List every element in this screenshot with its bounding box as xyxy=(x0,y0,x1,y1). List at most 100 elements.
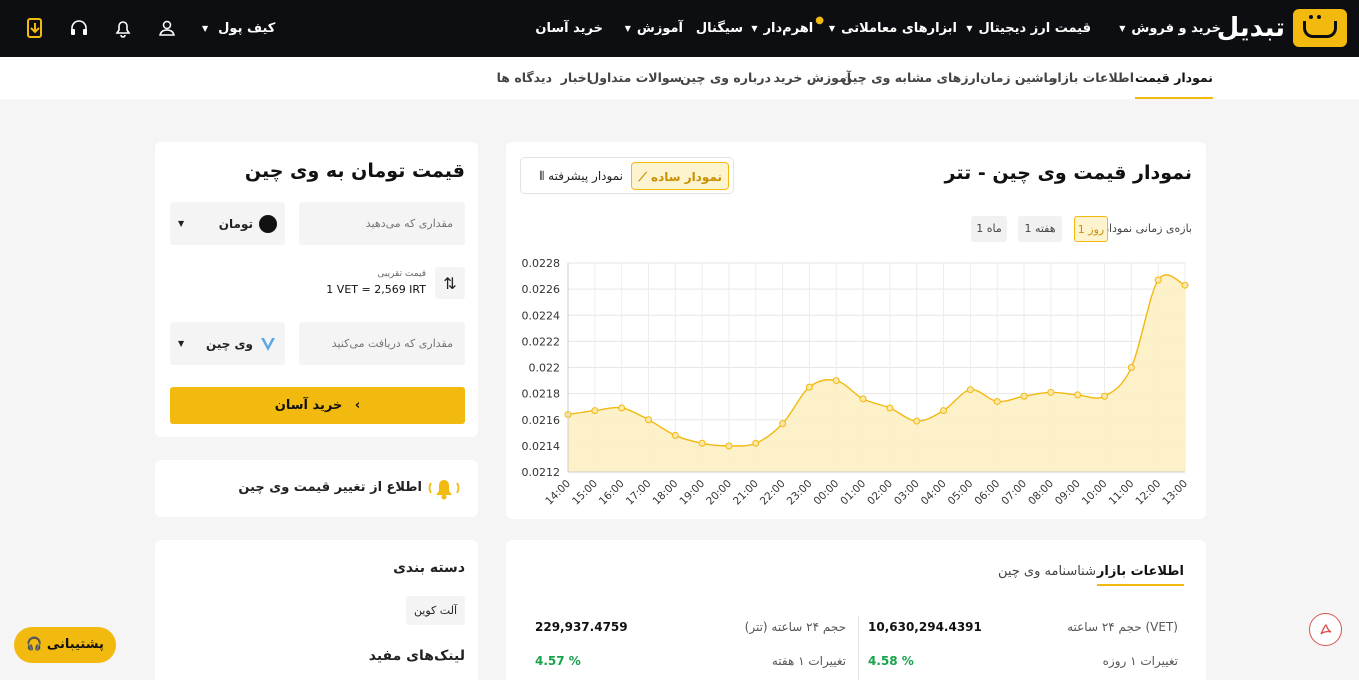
data-point xyxy=(940,407,948,415)
receive-currency-label: وی چین xyxy=(206,336,253,351)
x-tick-label: 17:00 xyxy=(624,478,654,508)
download-icon[interactable] xyxy=(23,16,47,40)
y-tick-label: 0.0224 xyxy=(522,309,561,322)
pay-currency-select[interactable]: تومان ▼ xyxy=(170,202,285,245)
pdf-icon[interactable] xyxy=(1309,613,1342,646)
data-point xyxy=(966,386,974,394)
x-tick-label: 05:00 xyxy=(946,478,976,508)
tab-market-info[interactable]: اطلاعات بازار xyxy=(1096,564,1184,586)
pay-amount-field[interactable] xyxy=(299,202,465,245)
x-tick-label: 19:00 xyxy=(677,478,707,508)
data-point xyxy=(779,420,787,428)
price-alert-card[interactable]: اطلاع از تغییر قیمت وی چین xyxy=(155,460,478,517)
pay-amount-input[interactable] xyxy=(299,202,465,245)
data-point xyxy=(1020,392,1028,400)
price-area-chart: 0.0212 0.0214 0.0216 0.0218 0.022 0.0222 0.022… xyxy=(522,257,1191,508)
data-point xyxy=(1047,388,1055,396)
data-point xyxy=(1154,276,1162,284)
chevron-down-icon: ▼ xyxy=(624,24,631,33)
volume-vet-value: 10,630,294.4391 xyxy=(868,620,982,634)
altcoin-tag[interactable]: آلت کوین xyxy=(405,596,465,625)
data-point xyxy=(1181,281,1189,289)
y-tick-label: 0.0222 xyxy=(522,335,561,348)
market-info-card: اطلاعات بازار شناسنامه وی چین حجم ۲۴ ساع… xyxy=(506,540,1206,680)
tab-vechain-profile[interactable]: شناسنامه وی چین xyxy=(998,564,1096,579)
approx-price-label: قیمت تقریبی xyxy=(377,269,426,279)
data-point xyxy=(859,395,867,403)
chevron-down-icon: ▼ xyxy=(178,339,185,348)
divider xyxy=(858,616,859,680)
x-tick-label: 15:00 xyxy=(570,478,600,508)
data-point xyxy=(1127,364,1135,371)
category-title: دسته بندی xyxy=(393,560,465,576)
logo-text: تبدیل xyxy=(1216,13,1285,43)
nav-education[interactable]: ▼ آموزش xyxy=(625,0,683,57)
nav-leverage[interactable]: ▼ اهرم‌دار ● xyxy=(751,0,824,57)
headphones-icon[interactable] xyxy=(67,16,91,40)
subnav-time-machine[interactable]: ماشین زمان xyxy=(980,57,1056,99)
data-point xyxy=(644,416,652,424)
x-tick-label: 08:00 xyxy=(1026,478,1056,508)
nav-trading-tools[interactable]: ▼ ابزارهای معاملاتی xyxy=(829,0,957,57)
nav-signal[interactable]: سیگنال xyxy=(696,0,743,57)
nav-easy-buy[interactable]: خرید آسان xyxy=(535,0,603,57)
vechain-icon xyxy=(259,335,277,353)
y-tick-label: 0.0216 xyxy=(522,414,561,427)
pay-currency-label: تومان xyxy=(218,216,253,231)
receive-amount-input[interactable] xyxy=(299,322,465,365)
subnav-market-info[interactable]: اطلاعات بازار xyxy=(1050,57,1134,99)
data-point xyxy=(913,417,921,425)
change-1day-value: 4.58 % xyxy=(868,654,914,668)
subnav-about[interactable]: درباره وی چین xyxy=(680,57,771,99)
data-point xyxy=(671,431,679,439)
user-icon[interactable] xyxy=(155,16,179,40)
chevron-down-icon: ▼ xyxy=(1119,24,1126,33)
swap-icon[interactable]: ⇅ xyxy=(435,267,465,299)
x-tick-label: 18:00 xyxy=(651,478,681,508)
subnav-price-chart[interactable]: نمودار قیمت xyxy=(1134,57,1213,99)
receive-amount-field[interactable] xyxy=(299,322,465,365)
data-point xyxy=(832,377,840,385)
x-tick-label: 23:00 xyxy=(785,478,815,508)
x-tick-label: 21:00 xyxy=(731,478,761,508)
receive-currency-select[interactable]: وی چین ▼ xyxy=(170,322,285,365)
fire-icon: ● xyxy=(815,15,824,26)
subnav-similar-coins[interactable]: ارزهای مشابه وی چین xyxy=(841,57,980,99)
x-tick-label: 13:00 xyxy=(1160,478,1190,508)
data-point xyxy=(993,397,1001,405)
toman-icon xyxy=(259,214,277,233)
subnav-comments[interactable]: دیدگاه ها xyxy=(497,57,552,99)
bell-icon[interactable] xyxy=(111,16,135,40)
easy-buy-button[interactable]: خرید آسان ‹ xyxy=(170,387,465,424)
subnav-faq[interactable]: سوالات متداول xyxy=(588,57,682,99)
chevron-down-icon: ▼ xyxy=(751,24,758,33)
x-tick-label: 11:00 xyxy=(1107,478,1137,508)
nav-buy-sell[interactable]: ▼ خرید و فروش xyxy=(1119,0,1221,57)
data-point xyxy=(725,442,733,450)
x-tick-label: 10:00 xyxy=(1080,478,1110,508)
wallet-menu[interactable]: ▼ کیف پول xyxy=(202,0,275,57)
area-fill xyxy=(568,274,1185,472)
top-header: تبدیل ▼ خرید و فروش ▼ قیمت ارز دیجیتال ▼ اب… xyxy=(0,0,1359,57)
x-tick-label: 22:00 xyxy=(758,478,788,508)
support-button[interactable]: 🎧 پشتیبانی xyxy=(14,627,116,663)
data-point xyxy=(698,439,706,447)
volume-usdt-label: حجم ۲۴ ساعته (تتر) xyxy=(744,620,846,634)
price-chart-card: نمودار قیمت وی چین - تتر ⟋ نمودار ساده ⫴… xyxy=(506,142,1206,519)
useful-links-title: لینک‌های مفید xyxy=(368,648,465,664)
x-tick-label: 04:00 xyxy=(919,478,949,508)
subnav-news[interactable]: اخبار xyxy=(561,57,591,99)
y-tick-label: 0.0214 xyxy=(522,440,561,453)
category-card: دسته بندی آلت کوین لینک‌های مفید xyxy=(155,540,478,680)
price-alert-label: اطلاع از تغییر قیمت وی چین xyxy=(238,480,422,495)
chevron-down-icon: ▼ xyxy=(828,24,836,33)
logo-icon xyxy=(1293,9,1347,47)
data-point xyxy=(618,404,626,412)
data-point xyxy=(591,407,599,415)
converter-card: قیمت تومان به وی چین تومان ▼ قیمت تقریبی… xyxy=(155,142,478,437)
logo[interactable]: تبدیل xyxy=(1217,9,1347,47)
x-tick-label: 02:00 xyxy=(865,478,895,508)
nav-crypto-price[interactable]: ▼ قیمت ارز دیجیتال xyxy=(966,0,1091,57)
x-tick-label: 12:00 xyxy=(1133,478,1163,508)
subnav-buy-guide[interactable]: آموزش خرید xyxy=(774,57,851,99)
